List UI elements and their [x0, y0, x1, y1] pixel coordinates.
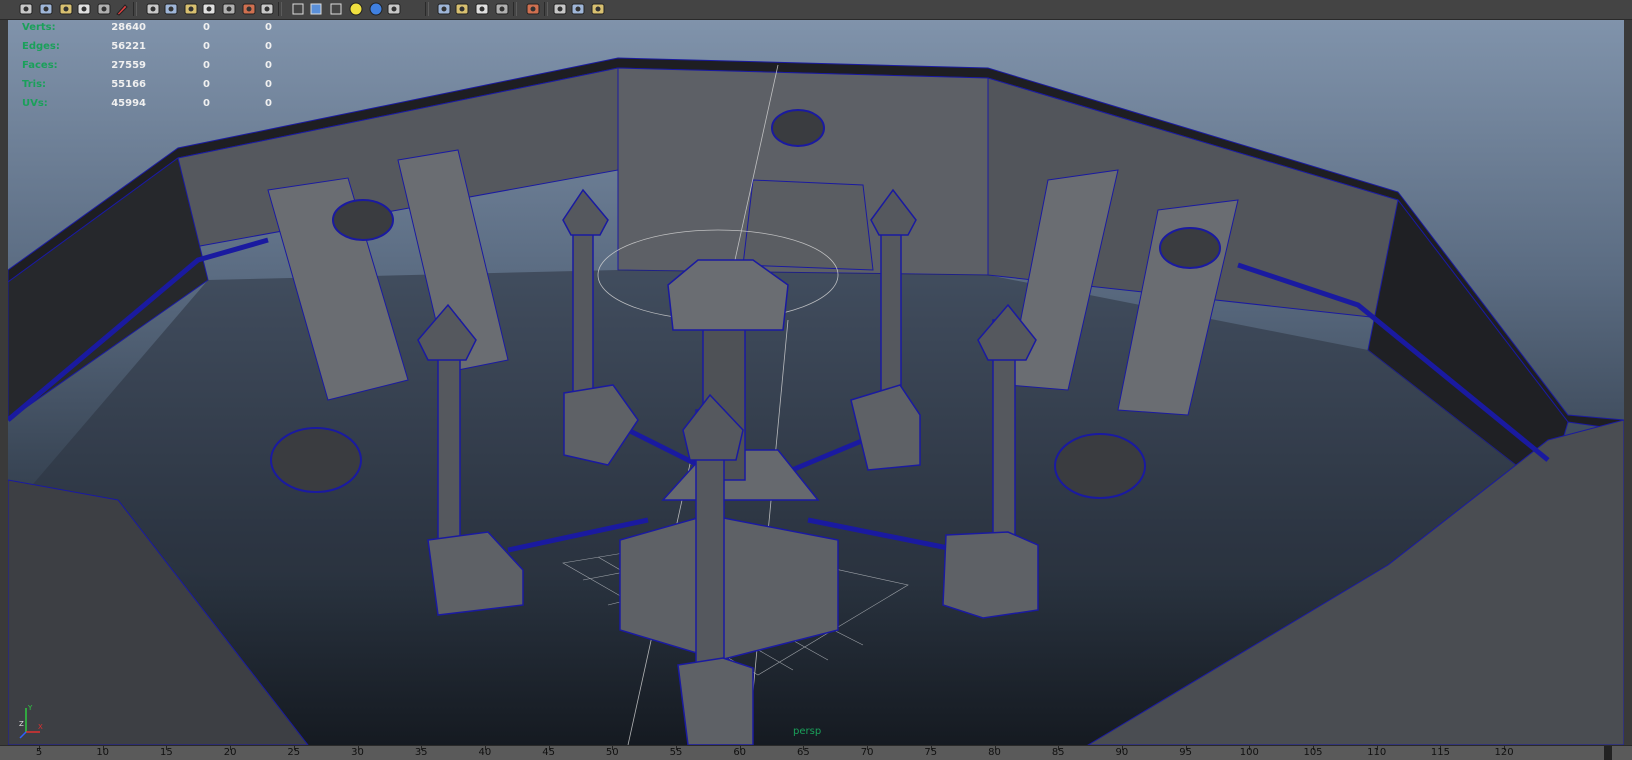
reactor-base: [619, 514, 839, 661]
hud-selected-value: 0: [203, 22, 210, 33]
textured-icon[interactable]: [348, 1, 364, 17]
camera-attributes-icon[interactable]: [18, 1, 34, 17]
timeline-tick-label: 60: [733, 747, 747, 758]
hud-component-value: 0: [265, 98, 272, 109]
toolbar-separator: [513, 2, 517, 16]
hud-selected-value: 0: [203, 79, 210, 90]
bookmark-icon[interactable]: [58, 1, 74, 17]
toolbar-separator: [278, 2, 282, 16]
timeline-tick-label: 40: [478, 747, 492, 758]
motion-blur-icon[interactable]: [454, 1, 470, 17]
image-plane-icon[interactable]: [76, 1, 92, 17]
xray-components-icon[interactable]: [590, 1, 606, 17]
timeline-tick-label: 95: [1179, 747, 1192, 758]
hud-label: UVs:: [22, 98, 48, 109]
camera-name-label: persp: [793, 726, 822, 737]
axis-gizmo: Y Z X: [19, 704, 43, 739]
hud-selected-value: 0: [203, 98, 210, 109]
screen-space-ao-icon[interactable]: [436, 1, 452, 17]
timeline-tick-label: 75: [924, 747, 938, 758]
timeline-tick-label: 90: [1115, 747, 1129, 758]
door-panel: [742, 179, 874, 271]
hud-row: Faces: 27559 0 0: [22, 60, 272, 78]
timeline-tick-label: 10: [96, 747, 110, 758]
camera-select-icon[interactable]: [38, 1, 54, 17]
bowl-lower-right: [1054, 433, 1146, 499]
hud-row: UVs: 45994 0 0: [22, 98, 272, 116]
timeline-tick-label: 105: [1303, 747, 1323, 758]
axis-x-label: X: [38, 723, 43, 731]
hud-component-value: 0: [265, 79, 272, 90]
hud-total-value: 27559: [111, 60, 146, 71]
safe-action-icon[interactable]: [241, 1, 257, 17]
multisample-aa-icon[interactable]: [474, 1, 490, 17]
hud-total-value: 55166: [111, 79, 146, 90]
gate-mask-icon[interactable]: [201, 1, 217, 17]
hud-total-value: 56221: [111, 41, 146, 52]
bowl-back: [771, 109, 825, 147]
hud-component-value: 0: [265, 60, 272, 71]
timeline-tick-label: 50: [605, 747, 619, 758]
shadows-icon[interactable]: [386, 1, 402, 17]
hud-row: Edges: 56221 0 0: [22, 41, 272, 59]
hud-row: Tris: 55166 0 0: [22, 79, 272, 97]
depth-of-field-icon[interactable]: [494, 1, 510, 17]
hud-selected-value: 0: [203, 41, 210, 52]
grease-pencil-icon[interactable]: [114, 1, 130, 17]
timeline-tick-label: 30: [351, 747, 364, 758]
timeline-tick-label: 20: [223, 747, 237, 758]
resolution-gate-icon[interactable]: [183, 1, 199, 17]
timeline-tick-label: 35: [414, 747, 428, 758]
grid-toggle-icon[interactable]: [145, 1, 161, 17]
smooth-shade-icon[interactable]: [308, 1, 324, 17]
use-all-lights-icon[interactable]: [368, 1, 384, 17]
xray-joints-icon[interactable]: [570, 1, 586, 17]
hud-selected-value: 0: [203, 60, 210, 71]
shade-options-icon[interactable]: [328, 1, 344, 17]
timeline-tick-label: 115: [1430, 747, 1450, 758]
timeline-tick-label: 80: [988, 747, 1001, 758]
bowl-upper-right: [1159, 227, 1221, 269]
hud-total-value: 28640: [111, 22, 146, 33]
scene-mesh[interactable]: [8, 20, 1624, 745]
time-slider[interactable]: 5 10 15 20 25 30 35 40 45 50 55 60 65 70 75 80 85 90 95 100…: [0, 745, 1632, 760]
isolate-select-icon[interactable]: [525, 1, 541, 17]
timeline-tick-label: 25: [287, 747, 301, 758]
hud-row: Verts: 28640 0 0: [22, 22, 272, 40]
2d-pan-zoom-icon[interactable]: [96, 1, 112, 17]
viewport-toolbar: [0, 0, 1632, 20]
hud-label: Edges:: [22, 41, 60, 52]
timeline-tick-label: 5: [35, 747, 43, 758]
timeline-tick-label: 55: [669, 747, 683, 758]
xray-icon[interactable]: [552, 1, 568, 17]
bowl-lower-left: [270, 427, 362, 493]
film-gate-icon[interactable]: [163, 1, 179, 17]
bowl-upper-left: [332, 199, 394, 241]
hud-label: Faces:: [22, 60, 58, 71]
timeline-tick-label: 85: [1051, 747, 1065, 758]
timeline-tick-label: 65: [797, 747, 810, 758]
hud-total-value: 45994: [111, 98, 146, 109]
timeline-tick-label: 15: [160, 747, 173, 758]
hud-label: Verts:: [22, 22, 56, 33]
field-chart-icon[interactable]: [221, 1, 237, 17]
perspective-viewport[interactable]: Verts: 28640 0 0 Edges: 56221 0 0 Faces: 27559 0 0 T…: [8, 20, 1624, 745]
safe-title-icon[interactable]: [259, 1, 275, 17]
timeline-tick-label: 45: [542, 747, 555, 758]
timeline-tick-label: 70: [860, 747, 874, 758]
toolbar-separator: [133, 2, 137, 16]
toolbar-separator: [544, 2, 548, 16]
hud-component-value: 0: [265, 22, 272, 33]
wireframe-icon[interactable]: [290, 1, 306, 17]
timeline-tick-label: 100: [1239, 747, 1259, 758]
hud-component-value: 0: [265, 41, 272, 52]
axis-y-label: Y: [27, 704, 33, 712]
axis-z-label: Z: [19, 720, 24, 728]
timeline-tick-label: 120: [1494, 747, 1514, 758]
current-frame-marker[interactable]: [1604, 746, 1612, 760]
hud-label: Tris:: [22, 79, 47, 90]
toolbar-separator: [425, 2, 429, 16]
timeline-tick-label: 110: [1367, 747, 1387, 758]
